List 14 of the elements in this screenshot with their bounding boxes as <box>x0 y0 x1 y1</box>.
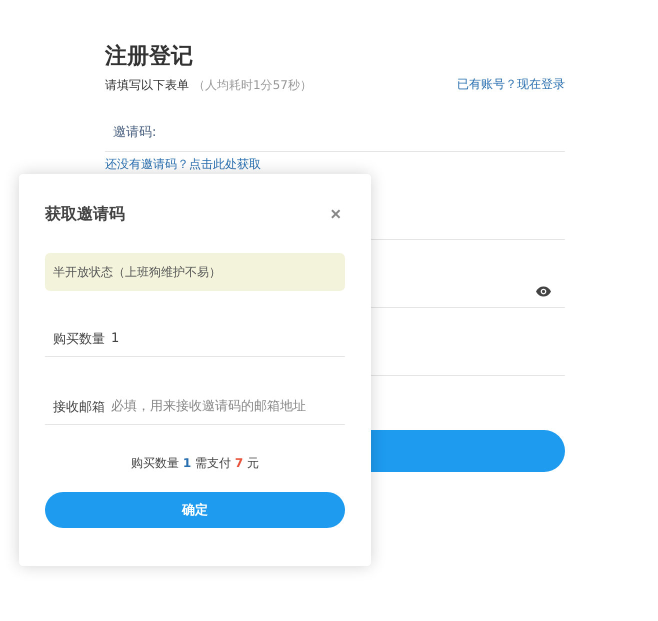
eye-icon[interactable] <box>536 286 551 297</box>
invite-code-field[interactable]: 邀请码: <box>105 112 565 152</box>
quantity-label: 购买数量 <box>53 330 105 348</box>
payment-summary: 购买数量 1 需支付 7 元 <box>130 455 260 472</box>
close-button[interactable]: × <box>326 204 345 225</box>
get-invite-link[interactable]: 还没有邀请码？点击此处获取 <box>105 157 261 171</box>
time-note: （人均耗时1分57秒） <box>193 78 312 92</box>
status-notice: 半开放状态（上班狗维护不易） <box>45 253 345 291</box>
login-link[interactable]: 已有账号？现在登录 <box>457 76 565 92</box>
dialog-title: 获取邀请码 <box>45 204 125 225</box>
confirm-button[interactable]: 确定 <box>45 492 345 528</box>
form-instruction: 请填写以下表单 <box>105 78 189 92</box>
page-title: 注册登记 <box>105 43 194 71</box>
email-label: 接收邮箱 <box>53 398 105 416</box>
